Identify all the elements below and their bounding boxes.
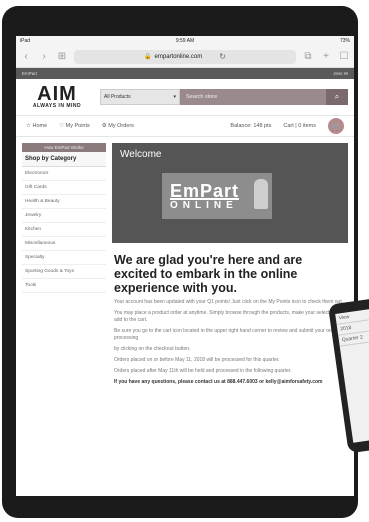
lock-icon: 🔒: [144, 54, 152, 60]
status-device: iPad: [20, 38, 31, 44]
site-top-strip: EmPart Jess W: [16, 68, 354, 79]
status-time: 9:59 AM: [175, 38, 195, 44]
cart-link[interactable]: Cart | 0 items: [283, 123, 316, 129]
nav-my-points[interactable]: ♡ My Points: [59, 123, 90, 129]
page-content: How EmPart Works Shop by Category Electr…: [16, 137, 354, 390]
nav-home-label: Home: [32, 123, 48, 129]
new-tab-icon[interactable]: +: [320, 51, 332, 62]
sidebar-item-gift-cards[interactable]: Gift Cards: [22, 181, 106, 195]
sidebar-item-jewelry[interactable]: Jewelry: [22, 209, 106, 223]
welcome-banner: Welcome EmPart ONLINE: [112, 143, 348, 243]
sidebar-item-specialty[interactable]: Specialty: [22, 251, 106, 265]
status-battery: 73%: [339, 38, 350, 44]
nav-orders-label: My Orders: [108, 123, 134, 129]
nav-my-orders[interactable]: ⚙ My Orders: [102, 123, 134, 129]
url-text: empartonline.com: [154, 53, 203, 60]
tablet-screen: iPad 9:59 AM 73% ‹ › ⊞ 🔒 empartonline.co…: [16, 36, 354, 496]
bookmarks-icon[interactable]: ⊞: [56, 51, 68, 62]
sidebar-heading: Shop by Category: [22, 152, 106, 167]
chevron-down-icon: ▾: [173, 94, 176, 100]
how-it-works-link[interactable]: How EmPart Works: [22, 143, 106, 152]
sidebar-item-kitchen[interactable]: Kitchen: [22, 223, 106, 237]
account-menu[interactable]: Jess W: [333, 71, 348, 76]
logo-tagline: ALWAYS IN MIND: [32, 103, 82, 109]
logo-big: AIM: [37, 83, 77, 105]
share-icon[interactable]: ⧉: [302, 51, 314, 62]
back-icon[interactable]: ‹: [20, 51, 32, 62]
search-button[interactable]: ⌕: [326, 89, 348, 105]
nav-points-label: My Points: [65, 123, 90, 129]
sidebar-item-tools[interactable]: Tools: [22, 279, 106, 293]
reload-icon[interactable]: ↻: [219, 52, 226, 61]
browser-toolbar: ‹ › ⊞ 🔒 empartonline.com ↻ ⧉ + ☐: [16, 46, 354, 68]
category-select[interactable]: All Products ▾: [100, 89, 180, 105]
sidebar-item-sporting-goods[interactable]: Sporting Goods & Toys: [22, 265, 106, 279]
nav-home[interactable]: ☆ Home: [26, 123, 47, 129]
site-header: AIM ALWAYS IN MIND All Products ▾ Search…: [16, 79, 354, 115]
paragraph-checkout: by clicking on the checkout button.: [114, 346, 191, 352]
forward-icon[interactable]: ›: [38, 51, 50, 62]
strip-brand: EmPart: [22, 71, 38, 76]
search-bar: All Products ▾ Search store ⌕: [100, 89, 348, 105]
nav-row: ☆ Home ♡ My Points ⚙ My Orders Balance: …: [16, 115, 354, 137]
paragraph-order: You may place a product order at anytime…: [114, 310, 346, 323]
paragraph-deadline: Orders placed on or before May 11, 2018 …: [114, 357, 280, 363]
status-bar: iPad 9:59 AM 73%: [16, 36, 354, 46]
address-bar[interactable]: 🔒 empartonline.com ↻: [74, 49, 296, 64]
cart-icon[interactable]: 🛒: [328, 118, 344, 134]
paragraph-points: Your account has been updated with your …: [114, 299, 344, 305]
sidebar-item-miscellaneous[interactable]: Miscellaneous: [22, 237, 106, 251]
tablet-frame: iPad 9:59 AM 73% ‹ › ⊞ 🔒 empartonline.co…: [2, 6, 358, 518]
paragraph-held: Orders placed after May 11th will be hel…: [114, 368, 292, 374]
search-icon: ⌕: [334, 92, 340, 101]
sidebar-item-health-beauty[interactable]: Health & Beauty: [22, 195, 106, 209]
category-select-value: All Products: [104, 94, 131, 100]
hand-icon: [254, 179, 268, 209]
empart-logo: EmPart ONLINE: [162, 173, 272, 219]
search-input[interactable]: Search store: [180, 89, 326, 105]
tabs-icon[interactable]: ☐: [338, 51, 350, 62]
welcome-title: Welcome: [120, 149, 162, 160]
category-sidebar: How EmPart Works Shop by Category Electr…: [22, 143, 106, 390]
paragraph-contact: If you have any questions, please contac…: [114, 379, 323, 385]
page-tagline: We are glad you're here and are excited …: [114, 253, 303, 295]
aim-logo[interactable]: AIM ALWAYS IN MIND: [22, 83, 92, 109]
sidebar-item-electronics[interactable]: Electronics: [22, 167, 106, 181]
main-content: Welcome EmPart ONLINE We are glad you're…: [112, 143, 348, 390]
balance-text: Balance: 148 pts: [230, 123, 272, 129]
paragraph-cart: Be sure you go to the cart icon located …: [114, 328, 345, 341]
